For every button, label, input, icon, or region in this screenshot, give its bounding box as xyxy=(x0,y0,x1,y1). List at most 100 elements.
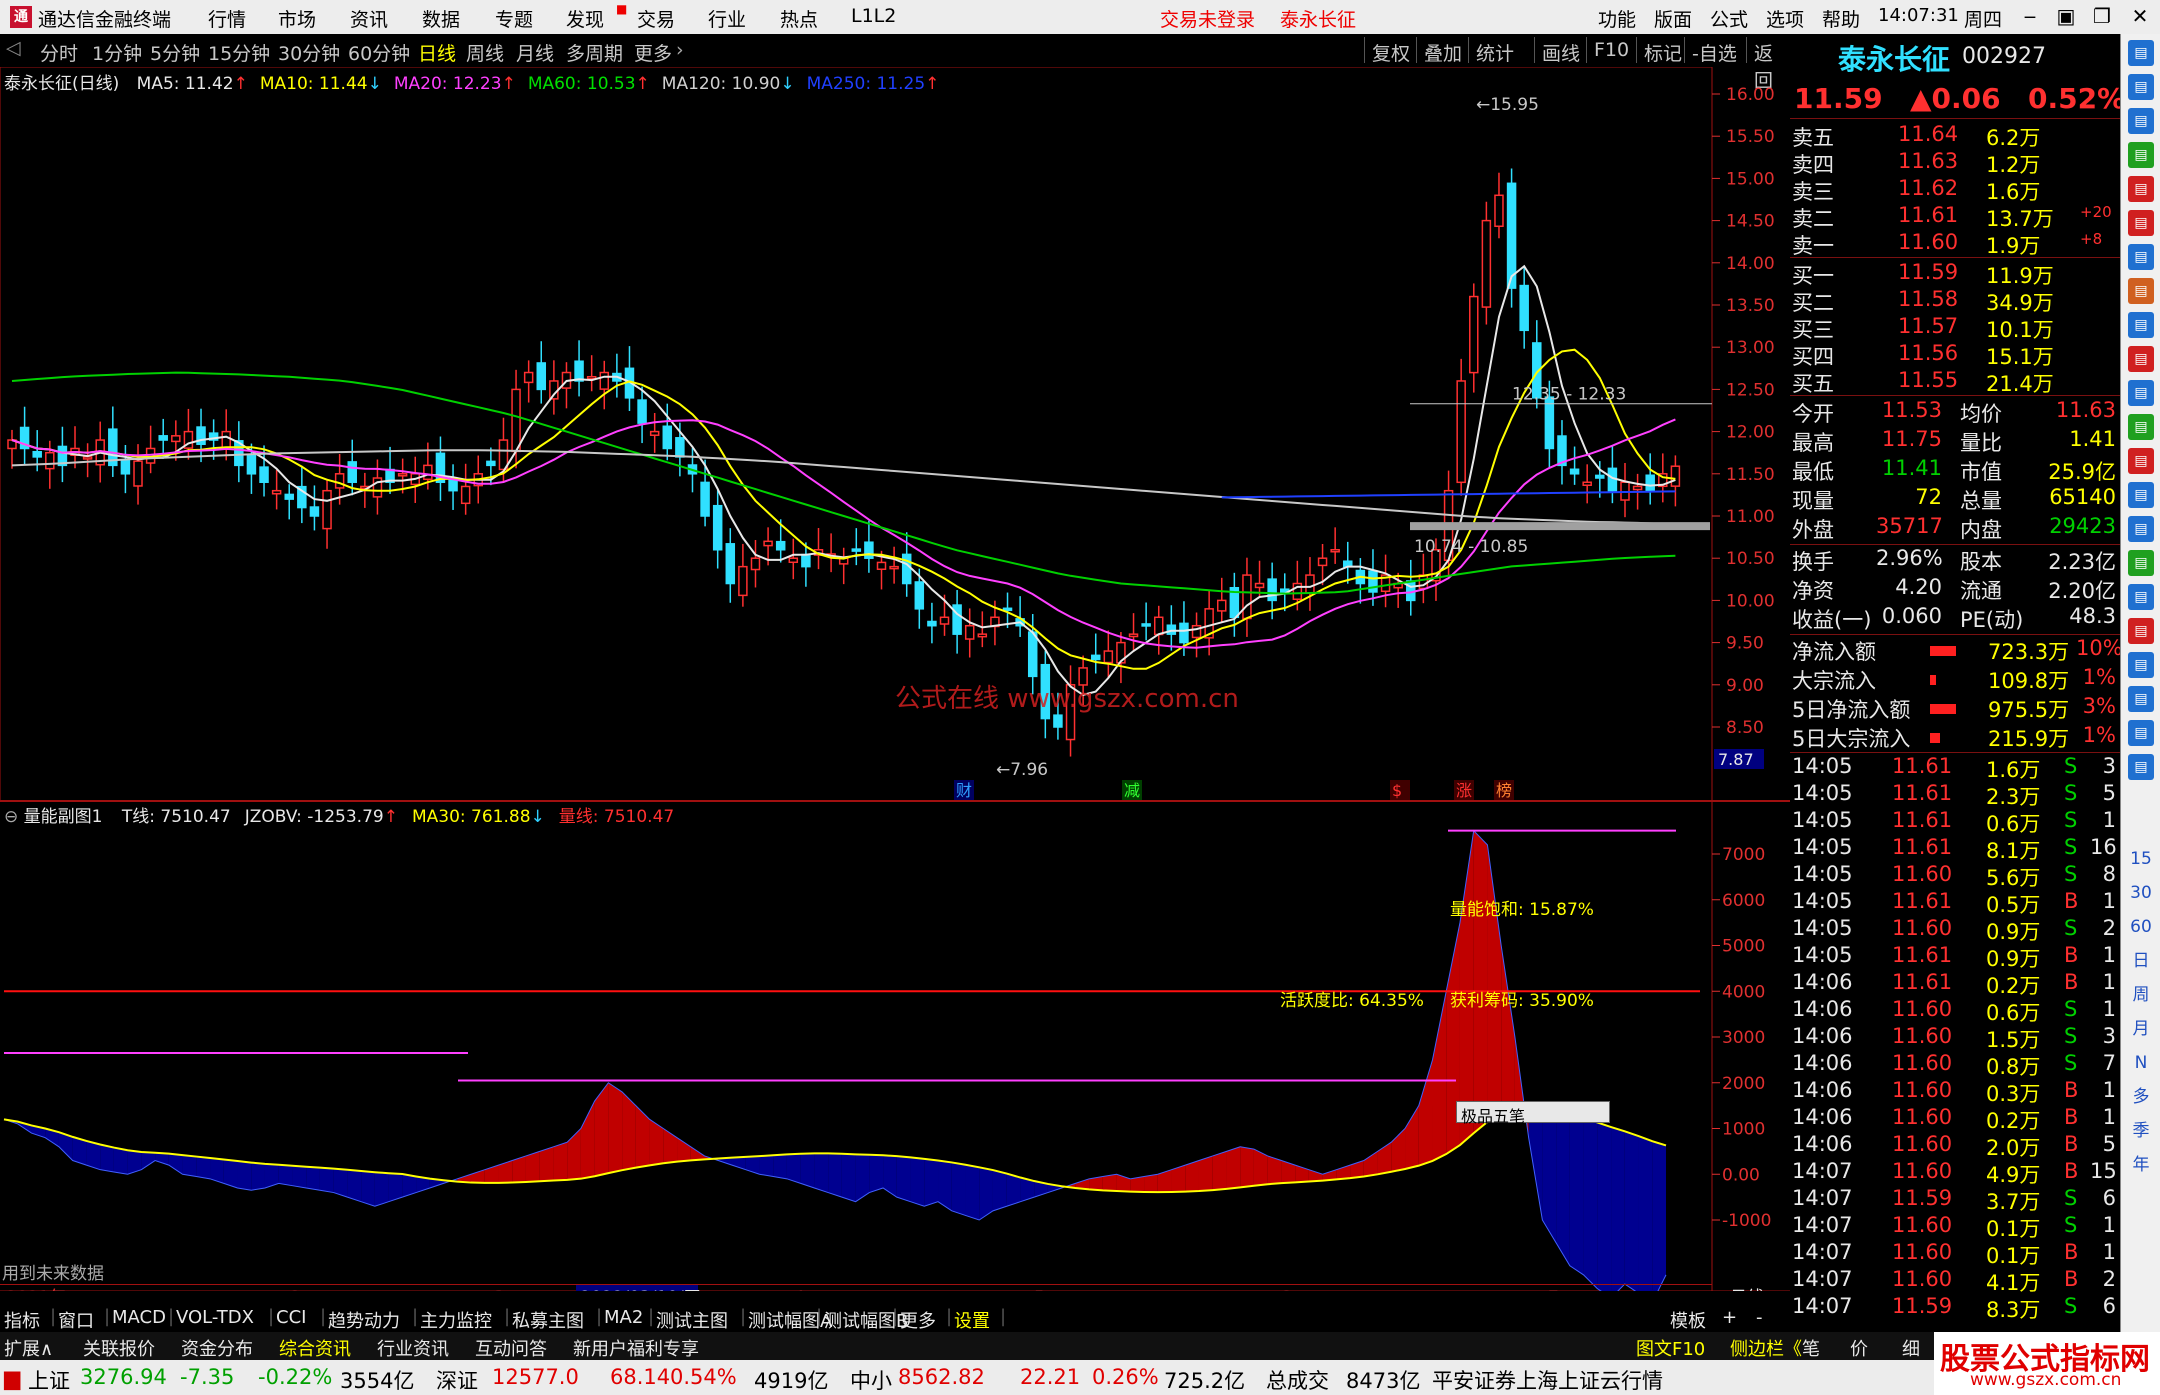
tool-2[interactable]: 统计 xyxy=(1476,39,1514,66)
template-btn-2[interactable]: - xyxy=(1756,1307,1763,1328)
indicator-tab-8[interactable]: MA2 xyxy=(604,1307,643,1328)
sidebar-tool-icon-9[interactable]: ▤ xyxy=(2128,346,2154,372)
template-btn-0[interactable]: 模板 xyxy=(1670,1307,1706,1333)
sidebar-tool-icon-17[interactable]: ▤ xyxy=(2128,618,2154,644)
sidebar-period-7[interactable]: 多 xyxy=(2128,1084,2154,1110)
restore-icon[interactable]: ❐ xyxy=(2088,3,2116,31)
tool-6[interactable]: -自选 xyxy=(1692,39,1737,66)
sidebar-tool-icon-13[interactable]: ▤ xyxy=(2128,482,2154,508)
ext-tab-2[interactable]: 资金分布 xyxy=(181,1335,253,1361)
sidebar-tool-icon-7[interactable]: ▤ xyxy=(2128,278,2154,304)
period-5[interactable]: 60分钟 xyxy=(348,39,410,66)
event-0[interactable]: 财 xyxy=(956,781,972,800)
sidebar-tool-icon-18[interactable]: ▤ xyxy=(2128,652,2154,678)
tool-3[interactable]: 画线 xyxy=(1542,39,1580,66)
ext-tab-5[interactable]: 互动问答 xyxy=(475,1335,547,1361)
collapse-icon[interactable]: ◁ xyxy=(6,37,21,59)
period-0[interactable]: 分时 xyxy=(40,39,78,66)
period-4[interactable]: 30分钟 xyxy=(278,39,340,66)
tool-0[interactable]: 复权 xyxy=(1372,39,1410,66)
indicator-tab-7[interactable]: 私募主图 xyxy=(512,1307,584,1333)
sidebar-tool-icon-4[interactable]: ▤ xyxy=(2128,176,2154,202)
indicator-tab-6[interactable]: 主力监控 xyxy=(420,1307,492,1333)
ime-bar[interactable]: 极品五笔 xyxy=(1456,1101,1610,1126)
event-3[interactable]: 涨 xyxy=(1456,781,1472,800)
sidebar-tool-icon-19[interactable]: ▤ xyxy=(2128,686,2154,712)
ext-right-1[interactable]: 侧边栏《 xyxy=(1730,1335,1802,1361)
sidebar-tool-icon-0[interactable]: ▤ xyxy=(2128,40,2154,66)
tool-4[interactable]: F10 xyxy=(1594,39,1629,61)
indicator-tab-3[interactable]: VOL-TDX xyxy=(176,1307,254,1328)
sidebar-tool-icon-15[interactable]: ▤ xyxy=(2128,550,2154,576)
period-9[interactable]: 多周期 xyxy=(566,39,623,66)
sidebar-tool-icon-10[interactable]: ▤ xyxy=(2128,380,2154,406)
menu-7[interactable]: 行业 xyxy=(708,5,746,32)
more-chevron-icon[interactable]: › xyxy=(676,39,684,61)
sidebar-tool-icon-16[interactable]: ▤ xyxy=(2128,584,2154,610)
sub-title-icon[interactable]: ⊖ xyxy=(4,807,18,827)
chart-area[interactable]: 16.00 15.50 15.00 14.50 14.00 13.50 13.00 12.50… xyxy=(0,67,1790,1291)
right-menu-0[interactable]: 功能 xyxy=(1598,5,1636,32)
menu-6[interactable]: 交易 xyxy=(637,5,675,32)
menu-1[interactable]: 市场 xyxy=(278,5,316,32)
event-4[interactable]: 榜 xyxy=(1496,781,1512,800)
period-7[interactable]: 周线 xyxy=(466,39,504,66)
sidebar-period-8[interactable]: 季 xyxy=(2128,1118,2154,1144)
tool-1[interactable]: 叠加 xyxy=(1424,39,1462,66)
indicator-tab-1[interactable]: 窗口 xyxy=(58,1307,94,1333)
ext-tab-4[interactable]: 行业资讯 xyxy=(377,1335,449,1361)
sidebar-period-6[interactable]: N xyxy=(2128,1050,2154,1076)
period-10[interactable]: 更多 xyxy=(634,39,672,66)
period-6[interactable]: 日线 xyxy=(418,39,456,66)
menu-8[interactable]: 热点 xyxy=(780,5,818,32)
right-menu-3[interactable]: 选项 xyxy=(1766,5,1804,32)
sidebar-tool-icon-12[interactable]: ▤ xyxy=(2128,448,2154,474)
menu-2[interactable]: 资讯 xyxy=(350,5,388,32)
ext-right-2[interactable]: 笔 xyxy=(1802,1335,1820,1361)
indicator-tab-13[interactable]: 设置 xyxy=(954,1307,990,1333)
ext-tab-3[interactable]: 综合资讯 xyxy=(279,1335,351,1361)
period-2[interactable]: 5分钟 xyxy=(150,39,200,66)
ext-tab-0[interactable]: 扩展∧ xyxy=(4,1335,53,1361)
indicator-tab-2[interactable]: MACD xyxy=(112,1307,166,1328)
menu-5[interactable]: 发现 xyxy=(566,5,604,32)
sidebar-tool-icon-14[interactable]: ▤ xyxy=(2128,516,2154,542)
period-3[interactable]: 15分钟 xyxy=(208,39,270,66)
period-8[interactable]: 月线 xyxy=(516,39,554,66)
sidebar-period-3[interactable]: 日 xyxy=(2128,948,2154,974)
status-item-17[interactable]: 平安证券上海上证云行情 xyxy=(1432,1365,1663,1395)
indicator-tab-5[interactable]: 趋势动力 xyxy=(328,1307,400,1333)
sidebar-tool-icon-5[interactable]: ▤ xyxy=(2128,210,2154,236)
ext-right-3[interactable]: 价 xyxy=(1850,1335,1868,1361)
sidebar-period-9[interactable]: 年 xyxy=(2128,1152,2154,1178)
ext-right-4[interactable]: 细 xyxy=(1902,1335,1920,1361)
sidebar-tool-icon-11[interactable]: ▤ xyxy=(2128,414,2154,440)
minimize-icon[interactable]: ‒ xyxy=(2016,3,2044,31)
menu-0[interactable]: 行情 xyxy=(208,5,246,32)
login-status[interactable]: 交易未登录 xyxy=(1160,5,1255,32)
sidebar-period-5[interactable]: 月 xyxy=(2128,1016,2154,1042)
right-menu-1[interactable]: 版面 xyxy=(1654,5,1692,32)
indicator-tab-0[interactable]: 指标 xyxy=(4,1307,40,1333)
ext-right-0[interactable]: 图文F10 xyxy=(1636,1335,1705,1361)
sidebar-tool-icon-21[interactable]: ▤ xyxy=(2128,754,2154,780)
menu-9[interactable]: L1L2 xyxy=(851,5,896,27)
sidebar-tool-icon-20[interactable]: ▤ xyxy=(2128,720,2154,746)
sidebar-tool-icon-6[interactable]: ▤ xyxy=(2128,244,2154,270)
sidebar-period-1[interactable]: 30 xyxy=(2128,880,2154,906)
sidebar-tool-icon-8[interactable]: ▤ xyxy=(2128,312,2154,338)
template-btn-1[interactable]: + xyxy=(1722,1307,1737,1328)
sidebar-period-0[interactable]: 15 xyxy=(2128,846,2154,872)
right-menu-4[interactable]: 帮助 xyxy=(1822,5,1860,32)
indicator-tab-4[interactable]: CCI xyxy=(276,1307,306,1328)
ext-tab-1[interactable]: 关联报价 xyxy=(83,1335,155,1361)
date-period[interactable]: 日线 xyxy=(1730,1288,1764,1291)
ext-tab-6[interactable]: 新用户福利专享 xyxy=(573,1335,699,1361)
sidebar-tool-icon-1[interactable]: ▤ xyxy=(2128,74,2154,100)
sidebar-tool-icon-2[interactable]: ▤ xyxy=(2128,108,2154,134)
close-icon[interactable]: ✕ xyxy=(2126,3,2154,31)
indicator-tab-12[interactable]: 更多 xyxy=(900,1307,936,1333)
tile-icon[interactable]: ▣ xyxy=(2052,3,2080,31)
indicator-tab-9[interactable]: 测试主图 xyxy=(656,1307,728,1333)
event-1[interactable]: 减 xyxy=(1124,781,1140,800)
